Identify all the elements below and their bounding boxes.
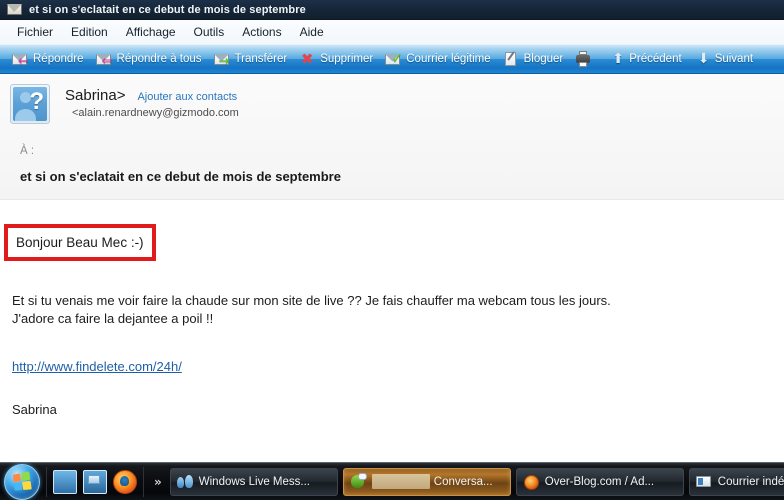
title-bar: et si on s'eclatait en ce debut de mois …	[0, 0, 784, 20]
menu-item-outils[interactable]: Outils	[185, 23, 234, 41]
delete-button[interactable]: ✖ Supprimer	[293, 46, 379, 72]
body-link[interactable]: http://www.findelete.com/24h/	[12, 359, 182, 374]
switch-windows-icon[interactable]	[83, 469, 107, 494]
to-label: À :	[20, 145, 35, 157]
next-button[interactable]: ⬇ Suivant	[688, 46, 759, 72]
blog-icon	[503, 51, 519, 67]
previous-button[interactable]: ⬆ Précédent	[602, 46, 687, 72]
taskbar-buttons: Windows Live Mess... Conversa... Over-Bl…	[169, 463, 784, 500]
taskbar-button-label: Over-Blog.com / Ad...	[544, 475, 655, 488]
quick-launch-overflow-icon[interactable]: »	[154, 475, 162, 489]
menu-item-actions[interactable]: Actions	[233, 23, 290, 41]
add-to-contacts-link[interactable]: Ajouter aux contacts	[137, 91, 237, 103]
body-signature: Sabrina	[12, 401, 57, 417]
sender-name: Sabrina>	[65, 87, 126, 104]
menu-item-edition[interactable]: Edition	[62, 23, 117, 41]
reply-label: Répondre	[33, 53, 84, 65]
unknown-contact-icon: ?	[13, 87, 47, 121]
quick-launch-bar	[46, 466, 144, 497]
menu-item-fichier[interactable]: Fichier	[8, 23, 62, 41]
start-button[interactable]	[2, 463, 42, 500]
blog-button[interactable]: Bloguer	[497, 46, 570, 72]
menu-item-aide[interactable]: Aide	[291, 23, 333, 41]
forward-button[interactable]: → Transférer	[208, 46, 294, 72]
body-paragraph: Et si tu venais me voir faire la chaude …	[12, 292, 772, 329]
menu-bar: Fichier Edition Affichage Outils Actions…	[0, 20, 784, 44]
delete-label: Supprimer	[320, 53, 374, 65]
forward-icon: →	[213, 51, 230, 68]
taskbar-button-label: Courrier indé...	[717, 475, 784, 488]
arrow-up-icon: ⬆	[612, 51, 624, 67]
forward-label: Transférer	[234, 53, 288, 65]
windows-logo-icon	[4, 463, 40, 500]
taskbar: » Windows Live Mess... Conversa... Over-…	[0, 462, 784, 500]
taskbar-button-messenger[interactable]: Windows Live Mess...	[169, 467, 338, 496]
to-field: À :	[20, 145, 784, 157]
menu-item-affichage[interactable]: Affichage	[117, 23, 185, 41]
reply-all-button[interactable]: ⇐ Répondre à tous	[90, 46, 208, 72]
reply-button[interactable]: ← Répondre	[6, 46, 90, 72]
message-body: Bonjour Beau Mec :-) Et si tu venais me …	[0, 200, 784, 462]
taskbar-button-overblog[interactable]: Over-Blog.com / Ad...	[515, 467, 684, 496]
taskbar-button-conversation[interactable]: Conversa...	[342, 467, 511, 496]
sender-line: Sabrina> Ajouter aux contacts	[65, 84, 784, 104]
taskbar-button-blanked-region	[371, 474, 430, 489]
message-header: ? Sabrina> Ajouter aux contacts <alain.r…	[0, 74, 784, 200]
show-desktop-icon[interactable]	[53, 469, 77, 494]
reply-icon: ←	[12, 51, 29, 68]
not-junk-button[interactable]: ✓ Courrier légitime	[379, 46, 496, 72]
sender-email: <alain.renardnewy@gizmodo.com	[72, 107, 239, 119]
not-junk-label: Courrier légitime	[406, 53, 491, 65]
greeting-highlight-group: Bonjour Beau Mec :-)	[4, 224, 156, 261]
reply-all-label: Répondre à tous	[116, 53, 202, 65]
arrow-down-icon: ⬇	[697, 51, 710, 67]
messenger-icon	[350, 472, 367, 490]
messenger-contacts-icon	[176, 474, 193, 490]
taskbar-button-courrier[interactable]: Courrier indé...	[688, 467, 784, 496]
reading-pane: ? Sabrina> Ajouter aux contacts <alain.r…	[0, 74, 784, 462]
mail-window-icon	[695, 474, 712, 490]
window-title: et si on s'eclatait en ce debut de mois …	[29, 3, 306, 16]
envelope-icon	[7, 3, 22, 16]
windows-live-mail-window: et si on s'eclatait en ce debut de mois …	[0, 0, 784, 500]
reply-all-icon: ⇐	[95, 51, 112, 68]
body-paragraph-line-1: Et si tu venais me voir faire la chaude …	[12, 293, 611, 308]
body-paragraph-line-2: J'adore ca faire la dejantee a poil !!	[12, 311, 214, 327]
not-junk-icon: ✓	[385, 51, 403, 67]
avatar: ?	[10, 84, 50, 124]
firefox-icon[interactable]	[113, 469, 137, 494]
print-button[interactable]	[569, 46, 602, 72]
blog-label: Bloguer	[523, 53, 564, 65]
printer-icon	[575, 51, 591, 67]
greeting-text: Bonjour Beau Mec :-)	[16, 235, 144, 250]
firefox-icon	[523, 474, 539, 490]
next-label: Suivant	[714, 53, 754, 65]
delete-icon: ✖	[300, 50, 314, 68]
previous-label: Précédent	[629, 53, 682, 65]
toolbar: ← Répondre ⇐ Répondre à tous → Transfére…	[0, 44, 784, 74]
taskbar-button-label: Windows Live Mess...	[198, 475, 310, 488]
message-subject: et si on s'eclatait en ce debut de mois …	[20, 169, 341, 184]
taskbar-button-label: Conversa...	[433, 475, 493, 488]
